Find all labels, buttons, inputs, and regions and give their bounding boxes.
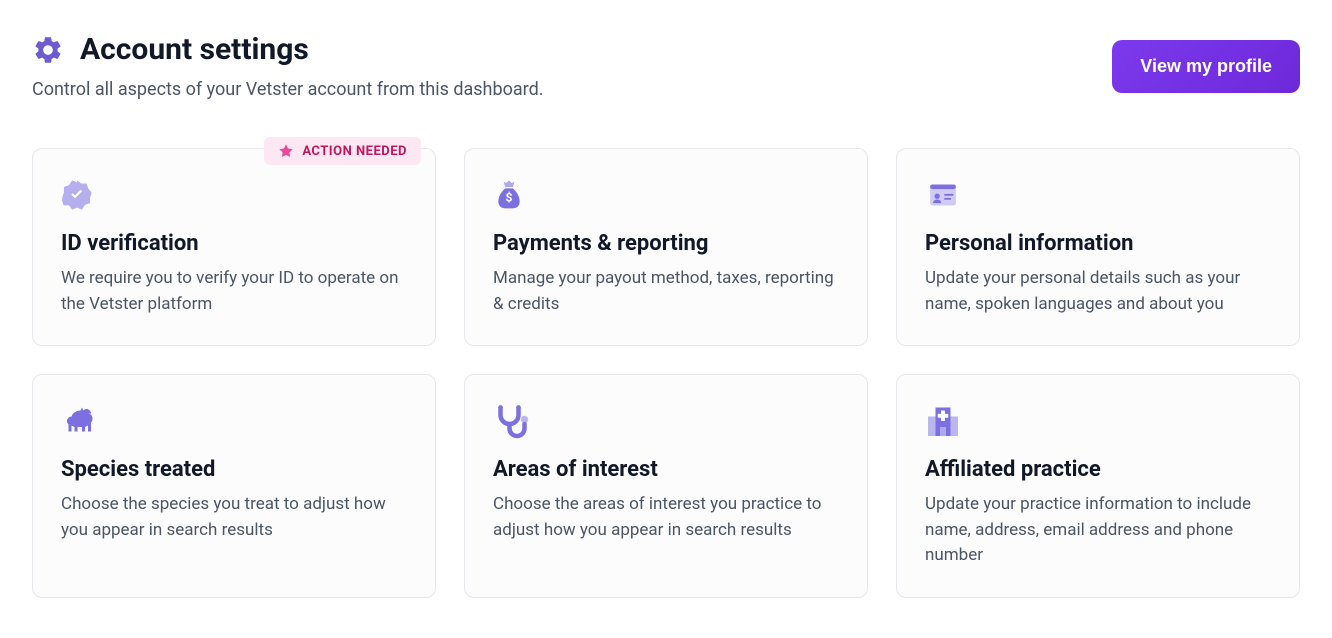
card-personal-information[interactable]: Personal information Update your persona… [896, 148, 1300, 346]
svg-text:$: $ [506, 191, 513, 205]
verified-badge-icon [61, 177, 97, 213]
action-needed-badge: ACTION NEEDED [264, 137, 421, 165]
card-desc: Manage your payout method, taxes, report… [493, 266, 839, 317]
card-affiliated-practice[interactable]: Affiliated practice Update your practice… [896, 374, 1300, 598]
card-title: ID verification [61, 231, 407, 256]
card-desc: Choose the species you treat to adjust h… [61, 492, 407, 543]
card-desc: We require you to verify your ID to oper… [61, 266, 407, 317]
card-title: Areas of interest [493, 457, 839, 482]
card-species-treated[interactable]: Species treated Choose the species you t… [32, 374, 436, 598]
header-left: Account settings Control all aspects of … [32, 32, 543, 100]
card-title: Personal information [925, 231, 1271, 256]
card-title: Payments & reporting [493, 231, 839, 256]
page-title: Account settings [80, 32, 309, 67]
stethoscope-icon [493, 403, 529, 439]
card-desc: Update your practice information to incl… [925, 492, 1271, 569]
card-id-verification[interactable]: ACTION NEEDED ID verification We require… [32, 148, 436, 346]
badge-label: ACTION NEEDED [302, 144, 407, 159]
star-icon [278, 143, 294, 159]
card-payments-reporting[interactable]: $ Payments & reporting Manage your payou… [464, 148, 868, 346]
card-areas-of-interest[interactable]: Areas of interest Choose the areas of in… [464, 374, 868, 598]
card-desc: Choose the areas of interest you practic… [493, 492, 839, 543]
card-desc: Update your personal details such as you… [925, 266, 1271, 317]
page-header: Account settings Control all aspects of … [32, 32, 1300, 100]
card-title: Affiliated practice [925, 457, 1271, 482]
settings-cards-grid: ACTION NEEDED ID verification We require… [32, 148, 1300, 598]
horse-icon [61, 403, 97, 439]
hospital-icon [925, 403, 961, 439]
title-row: Account settings [32, 32, 543, 67]
card-title: Species treated [61, 457, 407, 482]
view-profile-button[interactable]: View my profile [1112, 40, 1300, 93]
id-card-icon [925, 177, 961, 213]
page-subtitle: Control all aspects of your Vetster acco… [32, 79, 543, 100]
money-bag-icon: $ [493, 177, 529, 213]
gear-icon [32, 34, 64, 66]
